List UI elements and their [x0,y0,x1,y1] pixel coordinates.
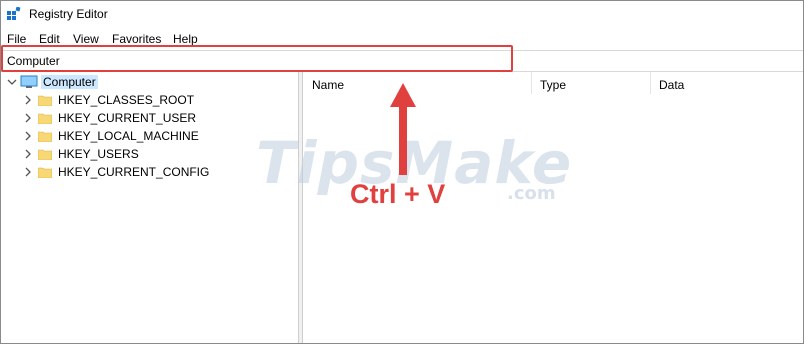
chevron-right-icon[interactable] [23,149,33,159]
menu-help[interactable]: Help [173,32,198,46]
menu-file[interactable]: File [7,32,26,46]
folder-icon [38,95,52,106]
tree-label: HKEY_LOCAL_MACHINE [58,129,199,143]
tree-item-hkey-local-machine[interactable]: HKEY_LOCAL_MACHINE [1,127,298,145]
chevron-right-icon[interactable] [23,167,33,177]
chevron-down-icon[interactable] [7,77,17,87]
title-bar[interactable]: Registry Editor [1,1,803,29]
registry-editor-window: Registry Editor File Edit View Favorites… [0,0,804,344]
annotation-shortcut: Ctrl + V [350,179,446,209]
menu-view[interactable]: View [73,32,99,46]
column-header-label: Data [659,78,685,92]
tree-label: HKEY_CLASSES_ROOT [58,93,195,107]
column-header-label: Type [540,78,567,92]
chevron-right-icon[interactable] [23,131,33,141]
registry-tree: Computer HKEY_CLASSES_ROOT HKEY_CURRENT_… [1,72,298,343]
tree-item-hkey-current-user[interactable]: HKEY_CURRENT_USER [1,109,298,127]
folder-icon [38,167,52,178]
menu-edit[interactable]: Edit [39,32,60,46]
tree-item-hkey-users[interactable]: HKEY_USERS [1,145,298,163]
arrow-up-icon [390,83,416,175]
column-header-data[interactable]: Data [650,72,800,94]
tree-label: HKEY_CURRENT_CONFIG [58,165,210,179]
tree-label: HKEY_CURRENT_USER [58,111,197,125]
folder-icon [38,131,52,142]
column-header-name[interactable]: Name [303,72,531,94]
address-bar-highlight [1,45,513,72]
folder-icon [38,149,52,160]
registry-editor-icon [7,7,21,20]
tree-item-computer[interactable]: Computer [1,73,298,91]
column-header-label: Name [312,78,345,92]
column-header-type[interactable]: Type [531,72,650,94]
tree-item-hkey-classes-root[interactable]: HKEY_CLASSES_ROOT [1,91,298,109]
folder-icon [38,113,52,124]
chevron-right-icon[interactable] [23,95,33,105]
computer-icon [20,75,38,88]
watermark-domain: .com [507,183,556,204]
menu-favorites[interactable]: Favorites [112,32,161,46]
chevron-right-icon[interactable] [23,113,33,123]
tree-label-computer: Computer [41,75,98,89]
window-title: Registry Editor [29,7,108,21]
tree-item-hkey-current-config[interactable]: HKEY_CURRENT_CONFIG [1,163,298,181]
tree-label: HKEY_USERS [58,147,139,161]
